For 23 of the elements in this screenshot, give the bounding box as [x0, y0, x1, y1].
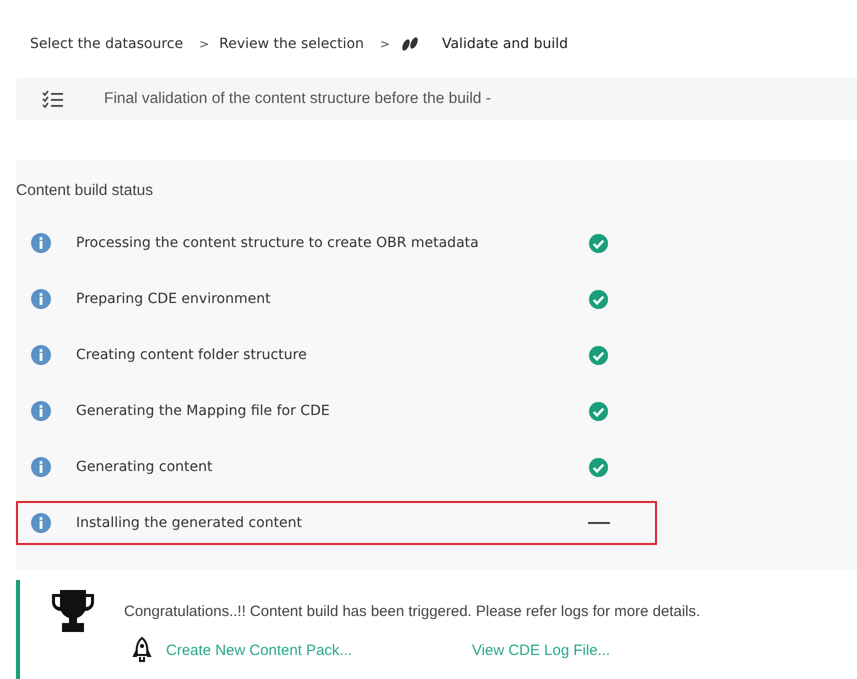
info-icon — [30, 456, 52, 478]
info-icon — [30, 512, 52, 534]
info-icon — [30, 400, 52, 422]
breadcrumb-item[interactable]: Review the selection — [219, 36, 364, 52]
breadcrumb-separator: > — [380, 37, 390, 51]
rocket-icon — [132, 636, 152, 664]
checklist-icon — [42, 90, 64, 108]
breadcrumb-separator: > — [199, 37, 210, 51]
step-label: Generating the Mapping file for CDE — [76, 403, 331, 419]
validation-text: Final validation of the content structure before the build - — [104, 90, 491, 108]
step-label: Generating content — [76, 459, 214, 475]
section-title: Content build status — [16, 182, 154, 200]
info-icon — [30, 344, 52, 366]
step-label: Processing the content structure to create OBR metadata — [76, 235, 480, 251]
breadcrumb-item[interactable]: Select the datasource — [30, 36, 184, 52]
step-label: Preparing CDE environment — [76, 291, 272, 307]
info-icon — [30, 232, 52, 254]
breadcrumb-item[interactable]: Validate and build — [442, 36, 568, 52]
trophy-icon — [50, 588, 96, 634]
info-icon — [30, 288, 52, 310]
step-label: Creating content folder structure — [76, 347, 308, 363]
success-message: Congratulations..!! Content build has been triggered. Please refer logs for more details. — [124, 602, 700, 620]
step-label: Installing the generated content — [76, 515, 304, 531]
